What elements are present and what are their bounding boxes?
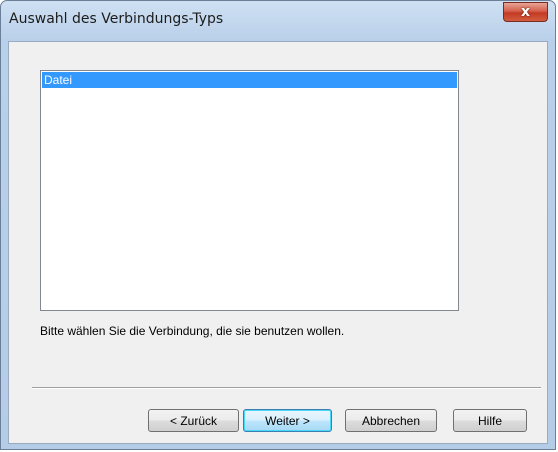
close-icon: x: [520, 4, 531, 20]
close-button[interactable]: x: [503, 2, 548, 22]
connection-type-list[interactable]: Datei: [40, 70, 459, 311]
cancel-button[interactable]: Abbrechen: [345, 409, 437, 432]
instruction-text: Bitte wählen Sie die Verbindung, die sie…: [40, 324, 345, 338]
help-button[interactable]: Hilfe: [453, 409, 527, 432]
dialog-body: Datei Bitte wählen Sie die Verbindung, d…: [8, 41, 548, 444]
list-item-datei[interactable]: Datei: [42, 72, 457, 88]
back-button[interactable]: < Zurück: [148, 409, 239, 432]
dialog-window: Auswahl des Verbindungs-Typs x Datei Bit…: [0, 0, 556, 450]
title-bar[interactable]: Auswahl des Verbindungs-Typs x: [1, 1, 555, 41]
window-title: Auswahl des Verbindungs-Typs: [9, 11, 224, 27]
next-button[interactable]: Weiter >: [243, 409, 332, 432]
divider: [32, 387, 541, 389]
